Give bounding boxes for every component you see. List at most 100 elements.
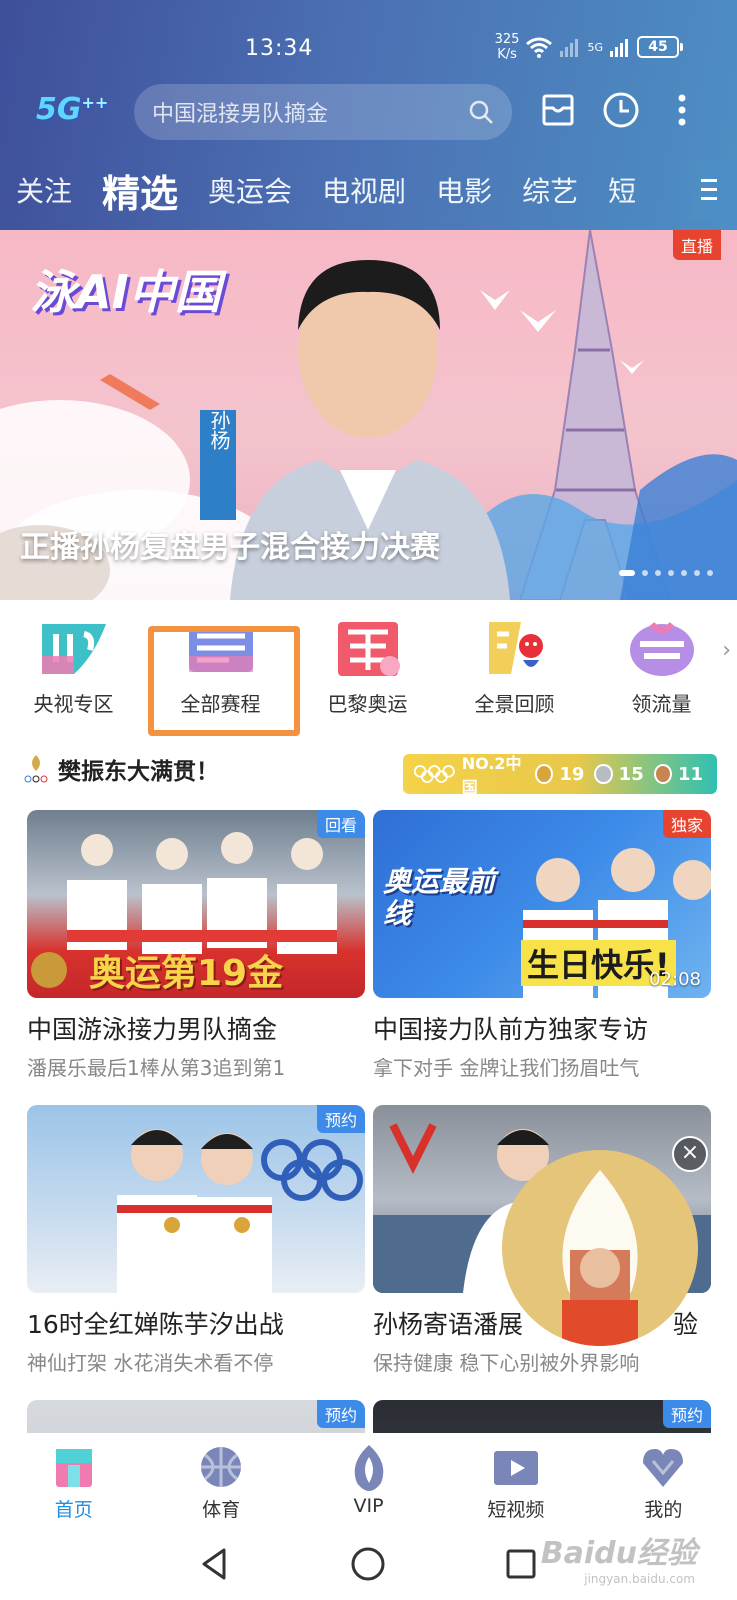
quick-entry-data[interactable]: 领流量 bbox=[588, 602, 735, 727]
net-speed: 325 K/s bbox=[495, 32, 520, 62]
gold-medal-icon bbox=[535, 764, 554, 784]
video-thumbnail: 预约 bbox=[373, 1400, 711, 1433]
banner-show-logo: 泳AI中国 bbox=[30, 256, 230, 356]
app-logo-text: 5G bbox=[36, 92, 82, 127]
tab-variety[interactable]: 综艺 bbox=[522, 170, 578, 210]
menu-icon bbox=[701, 179, 717, 200]
sports-icon bbox=[201, 1447, 242, 1487]
carousel-dot bbox=[681, 570, 687, 576]
chevron-right-icon[interactable]: › bbox=[722, 638, 731, 663]
signal-1-icon bbox=[560, 39, 579, 57]
search-bar[interactable]: 中国混接男队摘金 bbox=[134, 84, 512, 140]
tab-movies[interactable]: 电影 bbox=[436, 170, 492, 210]
card-subtitle: 保持健康 稳下心别被外界影响 bbox=[373, 1351, 640, 1375]
quick-entry-cctv[interactable]: 央视专区 bbox=[0, 602, 147, 727]
nav-vip[interactable]: VIP bbox=[295, 1433, 442, 1529]
nav-label: 短视频 bbox=[487, 1499, 545, 1521]
profile-icon bbox=[643, 1449, 684, 1487]
net-speed-unit: K/s bbox=[497, 47, 517, 62]
carousel-dot bbox=[707, 570, 713, 576]
battery-indicator: 45 bbox=[637, 36, 683, 58]
status-bar-right: 325 K/s 5G 45 bbox=[495, 32, 683, 62]
video-thumbnail: 奥运最前线 独家 生日快乐! 02:08 bbox=[373, 810, 711, 998]
banner-logo-text: 泳AI中国 bbox=[30, 265, 221, 319]
card-tag: 预约 bbox=[316, 1400, 365, 1428]
nav-profile[interactable]: 我的 bbox=[590, 1433, 737, 1529]
quick-entry-label: 领流量 bbox=[631, 692, 692, 716]
quick-entry-label: 巴黎奥运 bbox=[327, 692, 408, 716]
tab-olympics[interactable]: 奥运会 bbox=[208, 170, 292, 210]
watermark-text: Baidu经验 bbox=[540, 1536, 697, 1571]
wifi-icon bbox=[526, 37, 553, 58]
live-badge: 直播 bbox=[672, 230, 721, 260]
thumbnail-divers-art bbox=[117, 1129, 363, 1293]
nav-label: 首页 bbox=[54, 1499, 93, 1521]
carousel-dot bbox=[668, 570, 674, 576]
hero-banner[interactable]: 孙杨 泳AI中国 直播 正播孙杨复盘男子混合接力决赛 bbox=[0, 230, 737, 600]
vip-icon bbox=[354, 1445, 383, 1491]
app-logo-sup: ++ bbox=[81, 93, 109, 112]
card-tag: 预约 bbox=[316, 1105, 365, 1133]
quick-entry-label: 央视专区 bbox=[33, 692, 114, 716]
quick-entry-paris[interactable]: 巴黎奥运 bbox=[294, 602, 441, 727]
silver-medal-icon bbox=[594, 764, 613, 784]
recents-square-icon[interactable] bbox=[505, 1548, 537, 1580]
signal-2-icon bbox=[610, 39, 628, 57]
video-card[interactable]: 预约 16时全红婵陈芋汐出战 神仙打架 水花消失术看不停 bbox=[27, 1105, 365, 1376]
tabs-menu-button[interactable] bbox=[681, 160, 737, 220]
quick-entry-panorama[interactable]: 全景回顾 bbox=[441, 602, 588, 727]
app-logo[interactable]: 5G++ bbox=[36, 92, 108, 127]
paris-olympics-icon bbox=[337, 622, 400, 676]
carousel-dot bbox=[694, 570, 700, 576]
video-duration: 02:08 bbox=[649, 969, 701, 990]
net-speed-value: 325 bbox=[494, 32, 520, 47]
status-time: 13:34 bbox=[245, 36, 314, 61]
video-thumbnail: 预约 bbox=[27, 1400, 365, 1433]
data-reward-icon bbox=[629, 621, 694, 676]
app-header: 13:34 325 K/s 5G 45 5G++ 中国混接男队摘金 关注 精选 … bbox=[0, 0, 737, 230]
tab-short[interactable]: 短 bbox=[608, 170, 636, 210]
nav-home[interactable]: 首页 bbox=[0, 1433, 147, 1529]
signal-label: 5G bbox=[587, 40, 603, 54]
card-title: 中国游泳接力男队摘金 bbox=[27, 1015, 278, 1044]
home-circle-icon[interactable] bbox=[350, 1546, 386, 1582]
card-tag: 独家 bbox=[662, 810, 711, 838]
tab-follow[interactable]: 关注 bbox=[16, 170, 72, 210]
video-card[interactable]: 预约 bbox=[373, 1400, 711, 1433]
nav-label: VIP bbox=[353, 1495, 384, 1517]
search-icon[interactable] bbox=[468, 99, 494, 125]
card-tag: 回看 bbox=[316, 810, 365, 838]
video-card[interactable]: 回看 奥运第19金 中国游泳接力男队摘金 潘展乐最后1棒从第3追到第1 bbox=[27, 810, 365, 1081]
tab-tv-series[interactable]: 电视剧 bbox=[322, 170, 406, 210]
medal-table-bar[interactable]: NO.2中国 19 15 11 bbox=[403, 754, 717, 797]
tab-featured[interactable]: 精选 bbox=[102, 163, 178, 218]
card-title: 16时全红婵陈芋汐出战 bbox=[27, 1310, 284, 1339]
banner-caption: 正播孙杨复盘男子混合接力决赛 bbox=[20, 530, 440, 565]
close-floating-player-icon[interactable]: × bbox=[672, 1136, 708, 1172]
nav-sports[interactable]: 体育 bbox=[147, 1433, 294, 1529]
search-input[interactable]: 中国混接男队摘金 bbox=[152, 96, 468, 128]
quick-entry-row: 央视专区 全部赛程 巴黎奥运 全景回顾 领流量 › bbox=[0, 602, 737, 727]
olympic-rings-icon bbox=[413, 765, 455, 783]
video-thumbnail: 预约 bbox=[27, 1105, 365, 1293]
floating-mini-player[interactable] bbox=[502, 1150, 698, 1346]
home-icon bbox=[55, 1449, 92, 1487]
annotation-highlight-box bbox=[148, 626, 300, 736]
short-video-icon bbox=[493, 1451, 538, 1485]
nav-label: 我的 bbox=[644, 1499, 683, 1521]
inbox-icon[interactable] bbox=[538, 90, 578, 130]
nav-label: 体育 bbox=[202, 1499, 241, 1521]
carousel-dot bbox=[655, 570, 661, 576]
card-subtitle: 神仙打架 水花消失术看不停 bbox=[27, 1351, 274, 1375]
history-clock-icon[interactable] bbox=[601, 90, 641, 130]
more-vertical-icon[interactable] bbox=[672, 90, 692, 130]
video-card[interactable]: 预约 bbox=[27, 1400, 365, 1433]
bronze-count: 11 bbox=[677, 763, 704, 785]
carousel-indicator bbox=[619, 570, 713, 576]
video-card[interactable]: 奥运最前线 独家 生日快乐! 02:08 中国接力队前方独家专访 拿下对手 金牌… bbox=[373, 810, 711, 1081]
video-thumbnail: 回看 奥运第19金 bbox=[27, 810, 365, 998]
back-icon[interactable] bbox=[198, 1546, 230, 1582]
card-tag: 预约 bbox=[662, 1400, 711, 1428]
thumbnail-overlay-text: 奥运第19金 bbox=[89, 953, 284, 994]
nav-short-video[interactable]: 短视频 bbox=[442, 1433, 589, 1529]
